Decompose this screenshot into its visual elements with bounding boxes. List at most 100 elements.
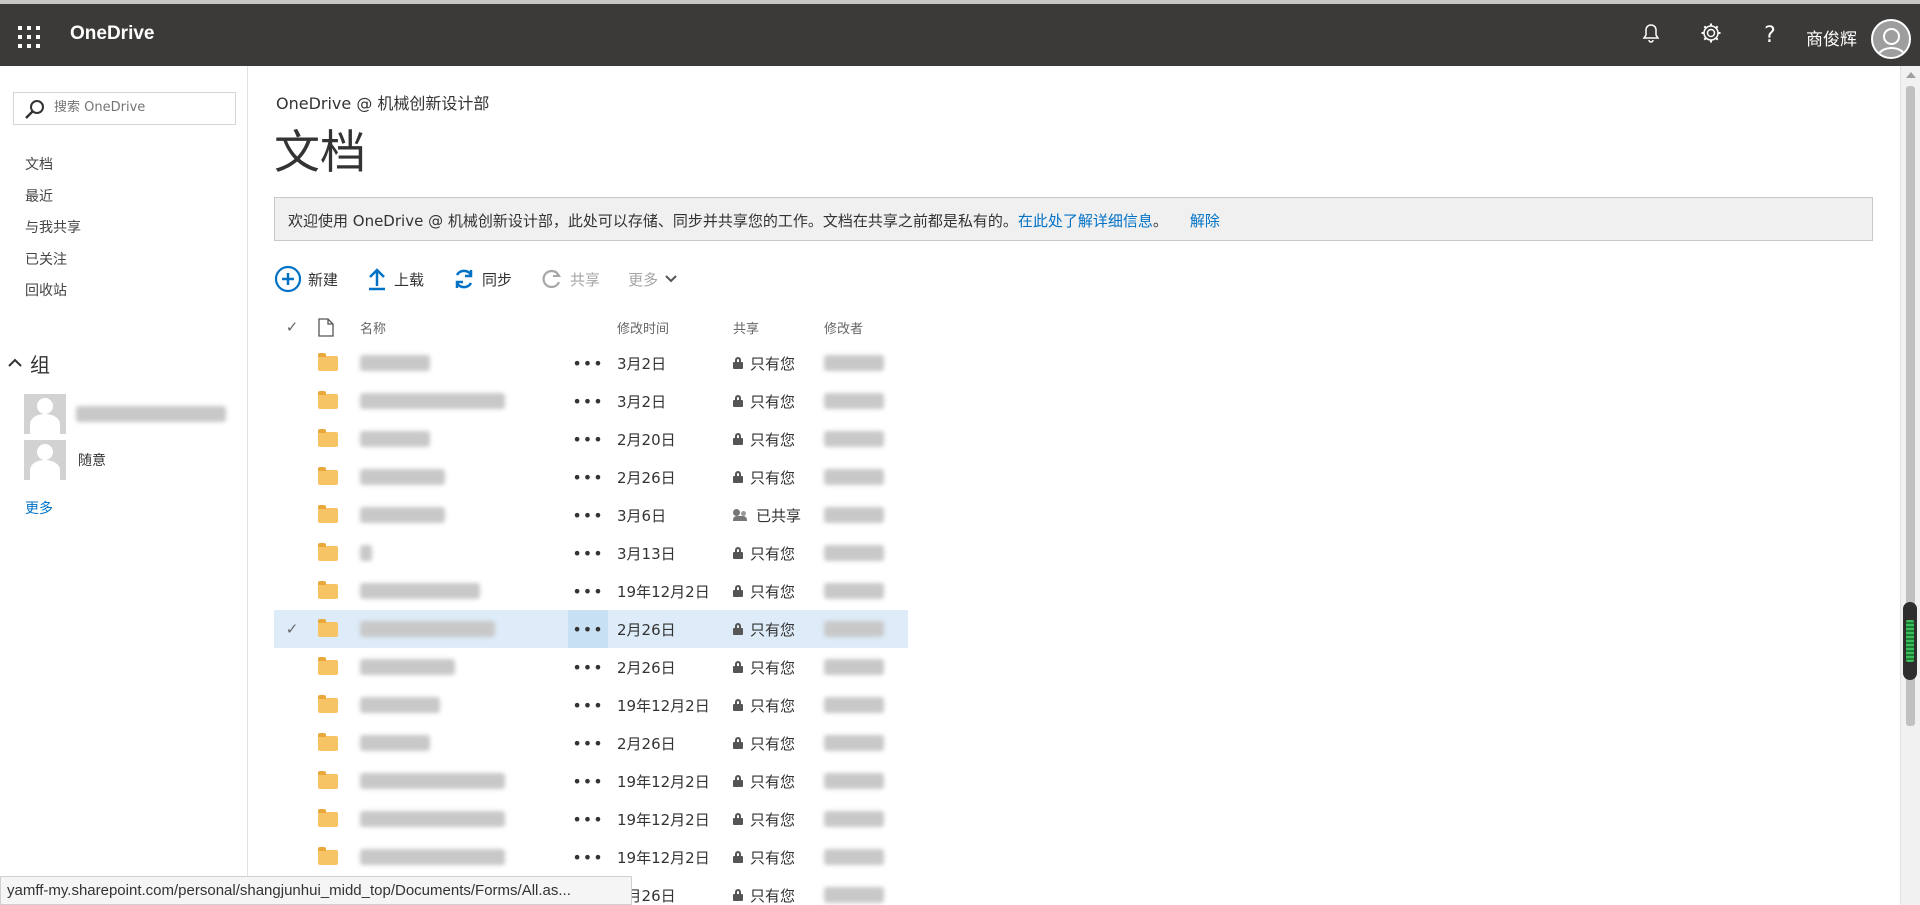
- column-sharing[interactable]: 共享: [733, 310, 823, 344]
- more-actions-button[interactable]: •••: [568, 838, 608, 876]
- column-modified-by[interactable]: 修改者: [824, 310, 904, 344]
- nav-item-recent[interactable]: 最近: [25, 186, 81, 218]
- more-actions-button[interactable]: •••: [568, 534, 608, 572]
- redacted-file-name[interactable]: [360, 458, 540, 496]
- search-input[interactable]: [54, 100, 224, 115]
- redacted-modified-by[interactable]: [824, 344, 904, 382]
- more-actions-button[interactable]: •••: [568, 458, 608, 496]
- more-actions-button[interactable]: •••: [568, 686, 608, 724]
- redacted-modified-by[interactable]: [824, 610, 904, 648]
- redacted-file-name[interactable]: [360, 572, 540, 610]
- bell-icon[interactable]: [1637, 22, 1665, 50]
- more-actions-button[interactable]: •••: [568, 344, 608, 382]
- table-row[interactable]: ••• 3月6日 已共享: [274, 496, 908, 534]
- redacted-file-name[interactable]: [360, 610, 540, 648]
- table-row[interactable]: ••• 19年12月2日 只有您: [274, 800, 908, 838]
- scroll-thumb[interactable]: [1903, 602, 1917, 680]
- gear-icon[interactable]: [1697, 22, 1725, 50]
- row-checkmark[interactable]: ✓: [280, 610, 304, 648]
- more-button[interactable]: 更多: [628, 269, 678, 290]
- redacted-file-name[interactable]: [360, 762, 540, 800]
- redacted-file-name[interactable]: [360, 724, 540, 762]
- nav-item-recycle-bin[interactable]: 回收站: [25, 280, 81, 312]
- vertical-scrollbar[interactable]: [1900, 66, 1920, 905]
- row-checkmark[interactable]: [280, 686, 304, 724]
- more-actions-button[interactable]: •••: [568, 648, 608, 686]
- redacted-modified-by[interactable]: [824, 458, 904, 496]
- row-checkmark[interactable]: [280, 572, 304, 610]
- redacted-modified-by[interactable]: [824, 420, 904, 458]
- row-checkmark[interactable]: [280, 534, 304, 572]
- more-actions-button[interactable]: •••: [568, 420, 608, 458]
- row-checkmark[interactable]: [280, 420, 304, 458]
- table-row[interactable]: ✓ ••• 2月26日 只有您: [274, 610, 908, 648]
- table-row[interactable]: ••• 19年12月2日 只有您: [274, 762, 908, 800]
- nav-item-followed[interactable]: 已关注: [25, 249, 81, 281]
- redacted-modified-by[interactable]: [824, 838, 904, 876]
- row-checkmark[interactable]: [280, 344, 304, 382]
- more-actions-button[interactable]: •••: [568, 496, 608, 534]
- row-checkmark[interactable]: [280, 838, 304, 876]
- help-icon[interactable]: ?: [1756, 22, 1784, 50]
- scroll-up-icon[interactable]: [1906, 72, 1916, 78]
- row-checkmark[interactable]: [280, 382, 304, 420]
- redacted-modified-by[interactable]: [824, 800, 904, 838]
- redacted-modified-by[interactable]: [824, 534, 904, 572]
- redacted-modified-by[interactable]: [824, 572, 904, 610]
- more-actions-button[interactable]: •••: [568, 724, 608, 762]
- more-actions-button[interactable]: •••: [568, 800, 608, 838]
- new-button[interactable]: 新建: [274, 265, 338, 293]
- redacted-modified-by[interactable]: [824, 762, 904, 800]
- row-checkmark[interactable]: [280, 496, 304, 534]
- row-checkmark[interactable]: [280, 648, 304, 686]
- column-modified[interactable]: 修改时间: [617, 310, 727, 344]
- learn-more-link[interactable]: 在此处了解详细信息: [1018, 212, 1153, 230]
- redacted-modified-by[interactable]: [824, 686, 904, 724]
- row-checkmark[interactable]: [280, 724, 304, 762]
- redacted-file-name[interactable]: [360, 686, 540, 724]
- upload-button[interactable]: 上载: [366, 267, 424, 291]
- redacted-file-name[interactable]: [360, 344, 540, 382]
- breadcrumb[interactable]: OneDrive @ 机械创新设计部: [276, 90, 489, 114]
- redacted-modified-by[interactable]: [824, 382, 904, 420]
- more-actions-button[interactable]: •••: [568, 762, 608, 800]
- redacted-file-name[interactable]: [360, 382, 540, 420]
- table-row[interactable]: ••• 2月26日 只有您: [274, 648, 908, 686]
- redacted-file-name[interactable]: [360, 534, 540, 572]
- group-item[interactable]: 随意: [24, 440, 106, 480]
- redacted-file-name[interactable]: [360, 496, 540, 534]
- table-row[interactable]: ••• 3月13日 只有您: [274, 534, 908, 572]
- redacted-modified-by[interactable]: [824, 724, 904, 762]
- redacted-modified-by[interactable]: [824, 648, 904, 686]
- groups-header[interactable]: 组: [8, 349, 50, 378]
- redacted-file-name[interactable]: [360, 648, 540, 686]
- row-checkmark[interactable]: [280, 762, 304, 800]
- brand-title[interactable]: OneDrive: [70, 23, 154, 45]
- table-row[interactable]: ••• 2月26日 只有您: [274, 458, 908, 496]
- sync-button[interactable]: 同步: [452, 267, 512, 291]
- share-button[interactable]: 共享: [540, 267, 600, 291]
- redacted-modified-by[interactable]: [824, 876, 904, 905]
- user-name[interactable]: 商俊辉: [1806, 25, 1857, 50]
- redacted-file-name[interactable]: [360, 838, 540, 876]
- search-box[interactable]: [13, 92, 236, 125]
- row-checkmark[interactable]: [280, 800, 304, 838]
- select-all-checkmark-icon[interactable]: ✓: [280, 310, 304, 344]
- table-row[interactable]: ••• 19年12月2日 只有您: [274, 838, 908, 876]
- row-checkmark[interactable]: [280, 458, 304, 496]
- redacted-file-name[interactable]: [360, 420, 540, 458]
- avatar[interactable]: [1871, 19, 1911, 59]
- more-actions-button[interactable]: •••: [568, 610, 608, 648]
- more-actions-button[interactable]: •••: [568, 572, 608, 610]
- redacted-file-name[interactable]: [360, 800, 540, 838]
- table-row[interactable]: ••• 3月2日 只有您: [274, 382, 908, 420]
- column-name[interactable]: 名称: [360, 310, 540, 344]
- table-row[interactable]: ••• 2月26日 只有您: [274, 724, 908, 762]
- dismiss-link[interactable]: 解除: [1190, 212, 1220, 230]
- table-row[interactable]: ••• 19年12月2日 只有您: [274, 572, 908, 610]
- group-item[interactable]: [24, 394, 226, 434]
- redacted-modified-by[interactable]: [824, 496, 904, 534]
- more-groups-link[interactable]: 更多: [25, 498, 53, 518]
- table-row[interactable]: ••• 2月20日 只有您: [274, 420, 908, 458]
- app-launcher-icon[interactable]: [18, 26, 40, 48]
